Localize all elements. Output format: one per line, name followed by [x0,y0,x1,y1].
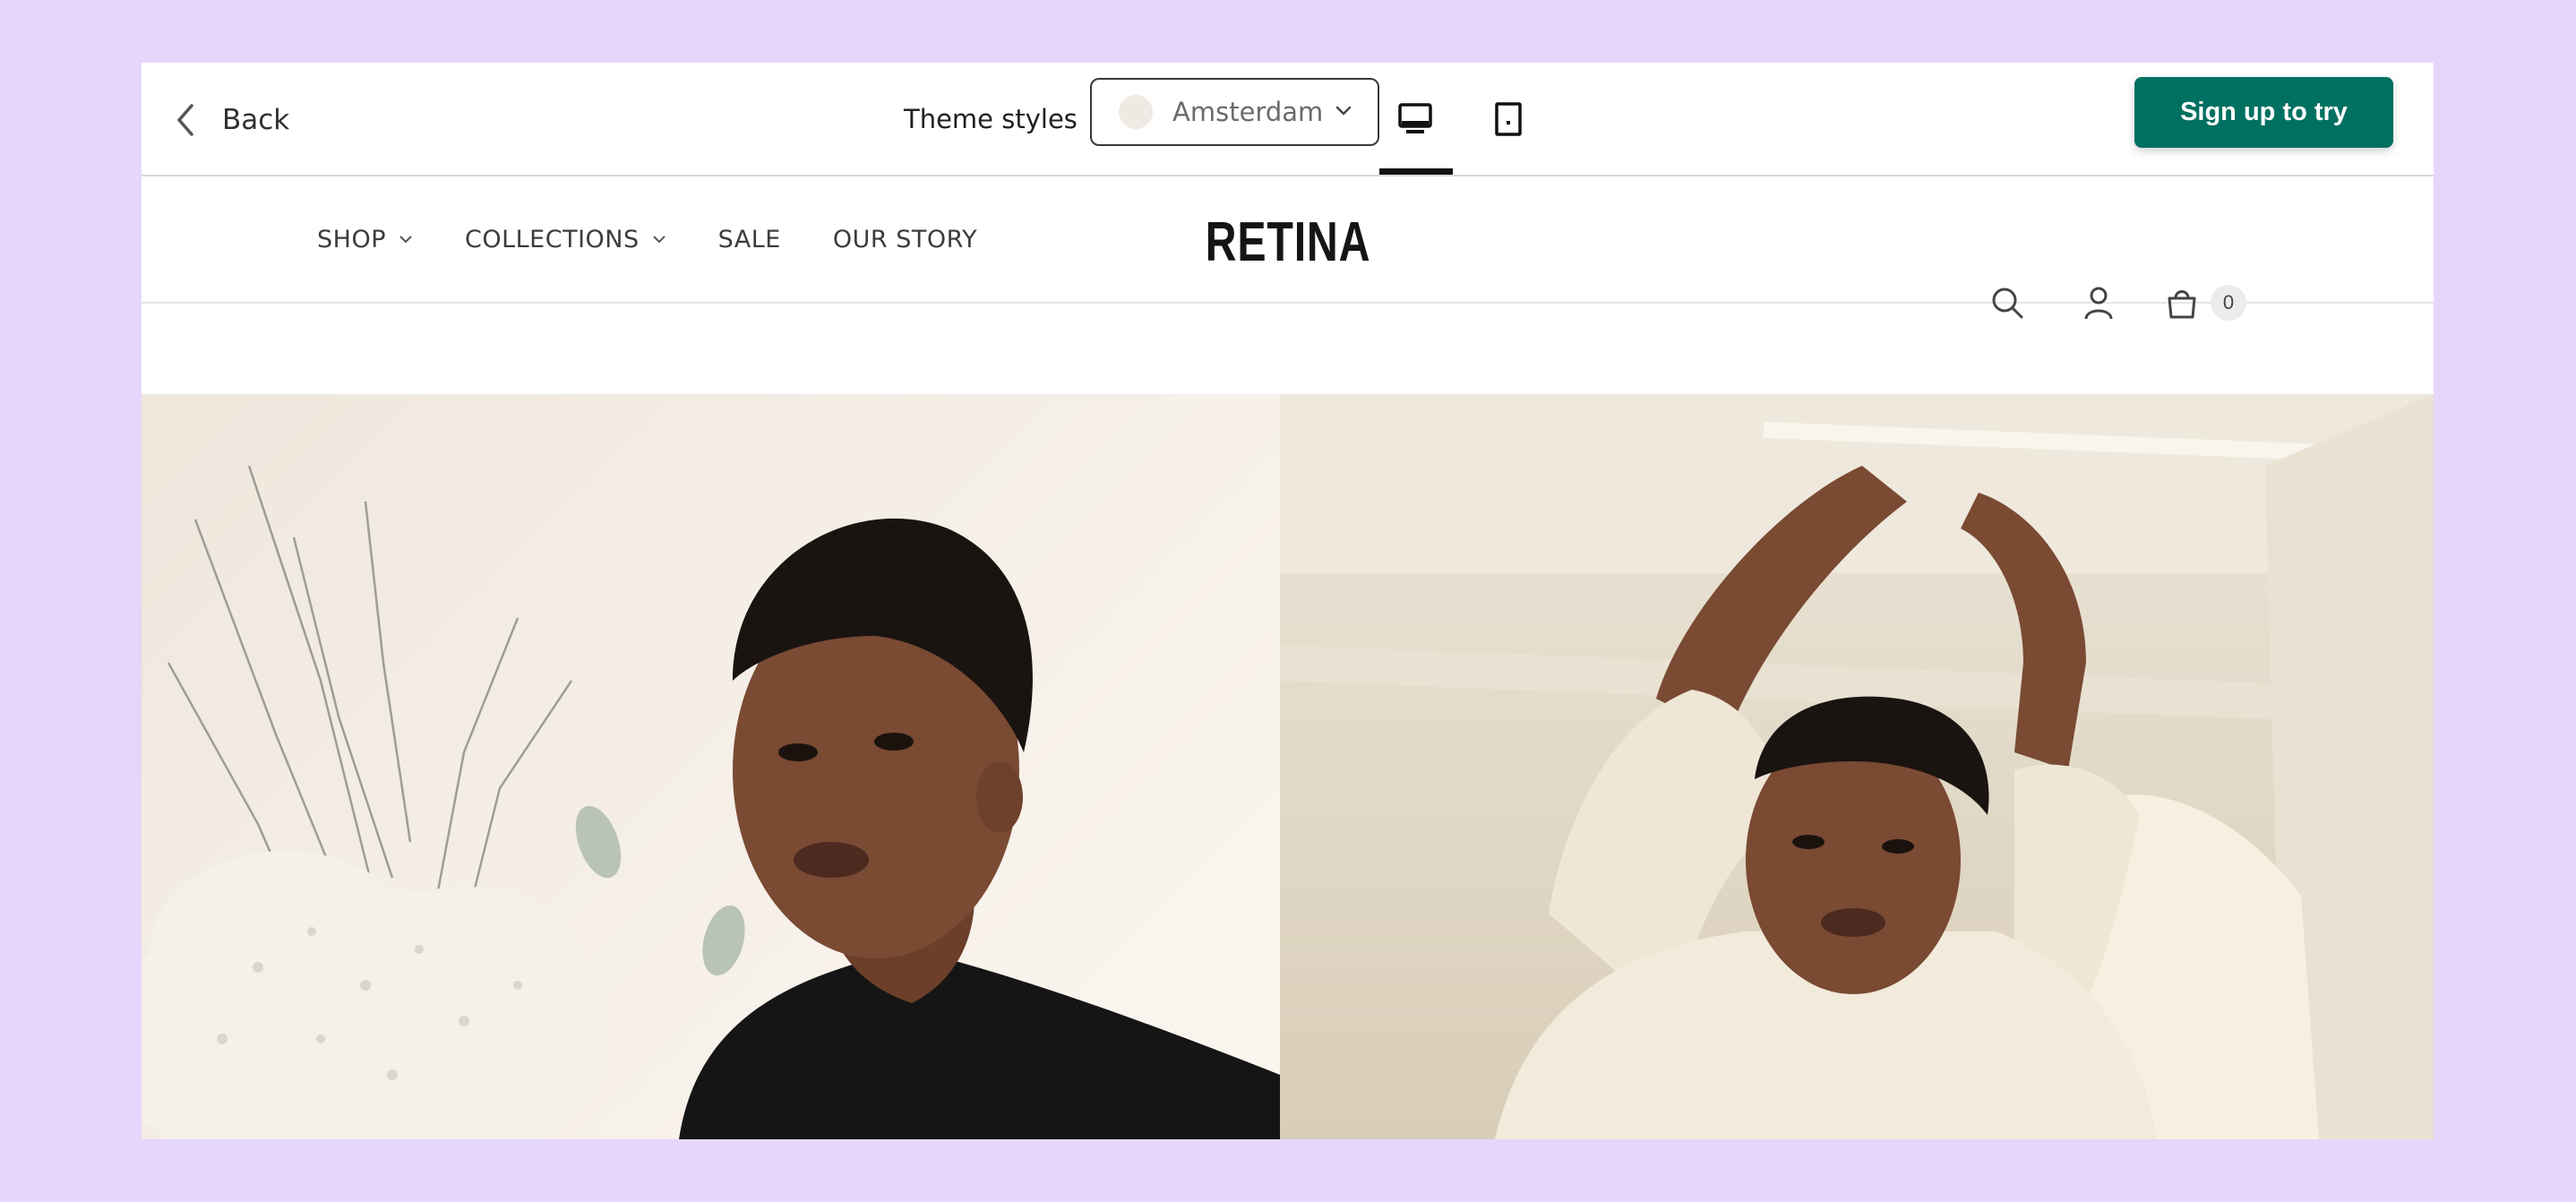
nav-item-shop[interactable]: SHOP [317,226,413,253]
active-view-indicator [1379,168,1453,175]
account-button[interactable] [2072,276,2125,330]
mobile-view-button[interactable] [1473,90,1544,149]
nav-item-sale[interactable]: SALE [718,226,781,253]
desktop-view-button[interactable] [1379,90,1451,149]
cart-count-badge: 0 [2211,285,2246,321]
search-button[interactable] [1980,276,2034,330]
theme-style-value: Amsterdam [1172,97,1324,127]
back-button[interactable]: Back [176,93,289,147]
nav-item-our-story[interactable]: OUR STORY [833,226,977,253]
theme-swatch [1119,95,1153,129]
theme-style-select[interactable]: Amsterdam [1090,78,1379,146]
nav-item-collections[interactable]: COLLECTIONS [465,226,666,253]
theme-styles-label: Theme styles [904,104,1078,134]
back-label: Back [222,104,290,136]
preview-toolbar: Back Theme styles Amsterdam Sign up to t… [142,63,2434,176]
account-icon [2084,287,2113,320]
model-with-flowers-illustration [142,465,1280,1139]
preview-frame: Back Theme styles Amsterdam Sign up to t… [142,63,2434,1139]
chevron-down-icon [399,236,412,244]
nav-item-label: SALE [717,225,781,253]
hero-image-right [1280,394,2434,1139]
search-icon [1992,288,2023,319]
hero-images [142,394,2434,1139]
hero-image-left [142,394,1280,1139]
mobile-icon [1495,102,1522,136]
model-stretching-illustration [1280,394,2434,1139]
chevron-left-icon [177,104,193,136]
sign-up-button[interactable]: Sign up to try [2134,77,2393,148]
chevron-down-icon [652,236,665,244]
chevron-down-icon [1335,106,1352,116]
cart-icon [2168,290,2196,319]
nav-item-label: COLLECTIONS [464,225,640,253]
desktop-icon [1398,103,1432,133]
store-nav: SHOP COLLECTIONS SALE OUR STORY [317,176,977,302]
cart-button[interactable]: 0 [2164,276,2246,330]
nav-item-label: SHOP [317,225,386,253]
nav-item-label: OUR STORY [832,225,978,253]
store-logo[interactable]: RETINA [1206,202,1370,282]
